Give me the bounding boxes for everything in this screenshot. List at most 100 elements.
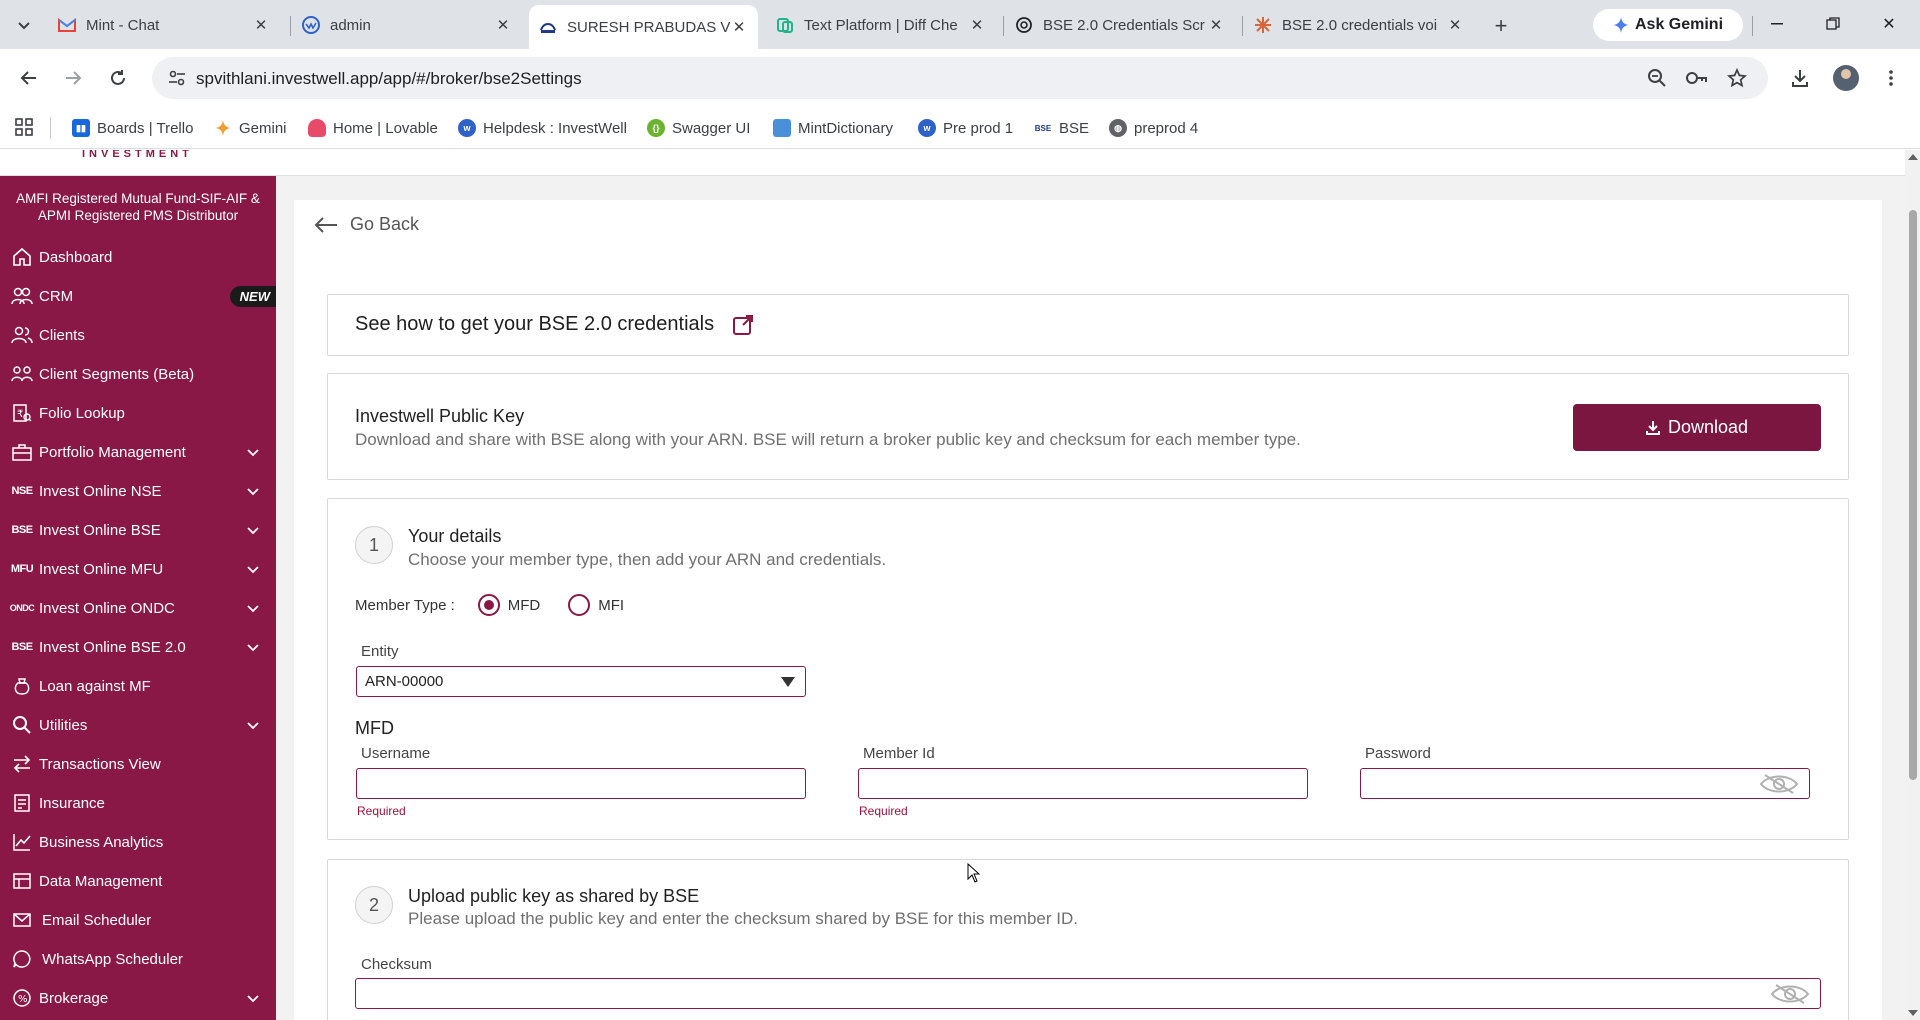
sidebar-item-portfolio-management[interactable]: Portfolio Management xyxy=(0,433,276,471)
entity-select[interactable]: ARN-00000 xyxy=(356,666,806,697)
minimize-button[interactable] xyxy=(1754,10,1800,38)
browser-tab[interactable]: Text Platform | Diff Che ✕ xyxy=(766,8,996,42)
close-icon[interactable]: ✕ xyxy=(252,16,270,34)
member-id-label: Member Id xyxy=(863,745,935,762)
brokerage-icon: % xyxy=(10,986,34,1010)
eye-off-icon[interactable] xyxy=(1759,773,1799,795)
apps-grid-icon[interactable] xyxy=(14,117,34,137)
ask-gemini-button[interactable]: Ask Gemini xyxy=(1593,9,1743,41)
insurance-icon xyxy=(10,791,34,815)
chevron-down-icon xyxy=(247,449,259,457)
browser-menu-button[interactable] xyxy=(1876,63,1906,93)
sidebar-item-clients[interactable]: Clients xyxy=(0,316,276,354)
zoom-out-icon[interactable] xyxy=(1646,67,1668,89)
entity-label: Entity xyxy=(361,643,399,660)
checksum-input[interactable] xyxy=(355,978,1821,1009)
sidebar-item-whatsapp-scheduler[interactable]: WhatsApp Scheduler xyxy=(0,940,276,978)
chevron-down-icon xyxy=(247,566,259,574)
arrow-right-icon xyxy=(66,71,82,85)
address-bar[interactable]: spvithlani.investwell.app/app/#/broker/b… xyxy=(152,57,1768,99)
tab-search-button[interactable] xyxy=(10,12,38,40)
browser-tab[interactable]: BSE 2.0 credentials voi ✕ xyxy=(1244,8,1474,42)
sidebar-item-transactions-view[interactable]: Transactions View xyxy=(0,745,276,783)
site-settings-icon[interactable] xyxy=(166,67,188,89)
close-window-button[interactable]: ✕ xyxy=(1866,10,1912,38)
browser-tab[interactable]: Mint - Chat ✕ xyxy=(48,8,280,42)
username-input[interactable] xyxy=(356,768,806,799)
sidebar-item-dashboard[interactable]: Dashboard xyxy=(0,238,276,276)
new-tab-button[interactable]: + xyxy=(1487,12,1515,40)
go-back-link[interactable]: Go Back xyxy=(314,214,419,235)
scroll-up-arrow-icon[interactable] xyxy=(1908,154,1918,160)
restore-button[interactable] xyxy=(1810,10,1856,38)
downloads-button[interactable] xyxy=(1785,63,1815,93)
member-type-option-mfi[interactable]: MFI xyxy=(568,594,624,616)
bookmark-preprod4[interactable]: ◍ preprod 4 xyxy=(1109,117,1198,139)
close-icon[interactable]: ✕ xyxy=(968,16,986,34)
radio-selected[interactable] xyxy=(477,594,500,616)
member-type-option-mfd[interactable]: MFD xyxy=(477,594,540,616)
browser-tab-active[interactable]: SURESH PRABUDAS VI ✕ xyxy=(529,5,758,49)
step-number: 2 xyxy=(355,886,393,924)
sidebar-item-invest-online-bse2[interactable]: BSE Invest Online BSE 2.0 xyxy=(0,628,276,666)
password-input[interactable] xyxy=(1360,768,1810,799)
external-link-icon[interactable] xyxy=(732,314,754,336)
sidebar-item-loan-against-mf[interactable]: Loan against MF xyxy=(0,667,276,705)
bookmark-label: Gemini xyxy=(239,119,287,137)
sidebar-item-crm[interactable]: CRM NEW xyxy=(0,277,276,315)
radio-unselected[interactable] xyxy=(568,594,591,616)
bookmark-preprod1[interactable]: w Pre prod 1 xyxy=(918,117,1013,139)
page-scrollbar[interactable] xyxy=(1905,150,1920,1020)
bookmark-mintdictionary[interactable]: MintDictionary xyxy=(773,117,893,139)
crm-icon xyxy=(10,284,34,308)
bookmark-bse[interactable]: BSE BSE xyxy=(1034,117,1089,139)
close-icon: ✕ xyxy=(1882,16,1896,33)
bookmark-label: preprod 4 xyxy=(1134,119,1199,137)
arrow-left-icon xyxy=(20,71,36,85)
sidebar-item-invest-online-bse[interactable]: BSE Invest Online BSE xyxy=(0,511,276,549)
credentials-help-card[interactable]: See how to get your BSE 2.0 credentials xyxy=(327,294,1849,356)
sidebar-item-utilities[interactable]: Utilities xyxy=(0,706,276,744)
app-viewport: INVESTMENT AMFI Registered Mutual Fund-S… xyxy=(0,150,1905,1020)
forward-button[interactable] xyxy=(58,63,88,93)
sidebar-item-folio-lookup[interactable]: ₹ Folio Lookup xyxy=(0,394,276,432)
sidebar-item-insurance[interactable]: Insurance xyxy=(0,784,276,822)
scroll-down-arrow-icon[interactable] xyxy=(1908,1010,1918,1016)
browser-tab[interactable]: BSE 2.0 Credentials Scr ✕ xyxy=(1005,8,1235,42)
bookmark-star-icon[interactable] xyxy=(1726,67,1748,89)
sidebar-item-invest-online-mfu[interactable]: MFU Invest Online MFU xyxy=(0,550,276,588)
eye-off-icon[interactable] xyxy=(1770,983,1810,1005)
password-key-icon[interactable] xyxy=(1686,67,1708,89)
browser-tab[interactable]: admin ✕ xyxy=(292,8,522,42)
reload-button[interactable] xyxy=(103,63,133,93)
loan-icon xyxy=(10,674,34,698)
sidebar-item-data-management[interactable]: Data Management xyxy=(0,862,276,900)
bookmark-swagger[interactable]: {} Swagger UI xyxy=(647,117,750,139)
close-icon[interactable]: ✕ xyxy=(494,16,512,34)
sidebar-item-invest-online-nse[interactable]: NSE Invest Online NSE xyxy=(0,472,276,510)
checksum-label: Checksum xyxy=(361,956,432,973)
sidebar-item-email-scheduler[interactable]: Email Scheduler xyxy=(0,901,276,939)
sidebar-item-client-segments[interactable]: Client Segments (Beta) xyxy=(0,355,276,393)
download-icon xyxy=(1645,420,1660,435)
close-icon[interactable]: ✕ xyxy=(730,18,748,36)
bookmark-trello[interactable]: ▮▮ Boards | Trello xyxy=(72,117,193,139)
member-id-input[interactable] xyxy=(858,768,1308,799)
scrollbar-thumb[interactable] xyxy=(1909,210,1917,780)
download-public-key-button[interactable]: Download xyxy=(1573,404,1821,451)
sidebar-item-label: WhatsApp Scheduler xyxy=(42,950,183,968)
bookmark-gemini[interactable]: Gemini xyxy=(214,117,287,139)
tab-label: SURESH PRABUDAS VI xyxy=(567,18,730,36)
sidebar-item-business-analytics[interactable]: Business Analytics xyxy=(0,823,276,861)
sidebar-item-invest-online-ondc[interactable]: ONDC Invest Online ONDC xyxy=(0,589,276,627)
back-button[interactable] xyxy=(14,63,44,93)
bookmark-helpdesk[interactable]: w Helpdesk : InvestWell xyxy=(458,117,627,139)
tab-separator xyxy=(1242,16,1243,36)
bookmark-lovable[interactable]: Home | Lovable xyxy=(308,117,438,139)
close-icon[interactable]: ✕ xyxy=(1446,16,1464,34)
close-icon[interactable]: ✕ xyxy=(1207,16,1225,34)
restore-icon xyxy=(1826,17,1840,30)
profile-avatar[interactable] xyxy=(1833,65,1859,91)
sidebar-item-brokerage[interactable]: % Brokerage xyxy=(0,979,276,1017)
sidebar-item-label: Business Analytics xyxy=(39,833,164,851)
